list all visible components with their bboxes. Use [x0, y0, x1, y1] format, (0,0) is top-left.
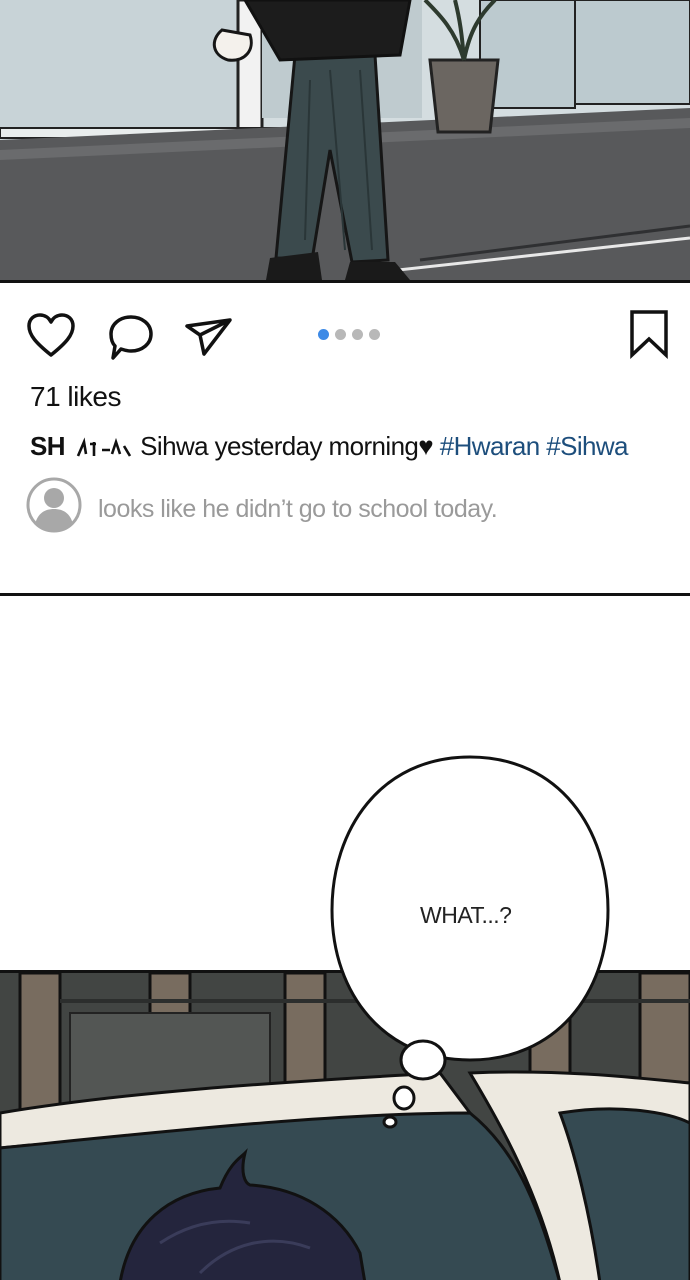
- thought-bubble-text: WHAT...?: [420, 902, 512, 928]
- thought-bubble: [330, 755, 610, 1129]
